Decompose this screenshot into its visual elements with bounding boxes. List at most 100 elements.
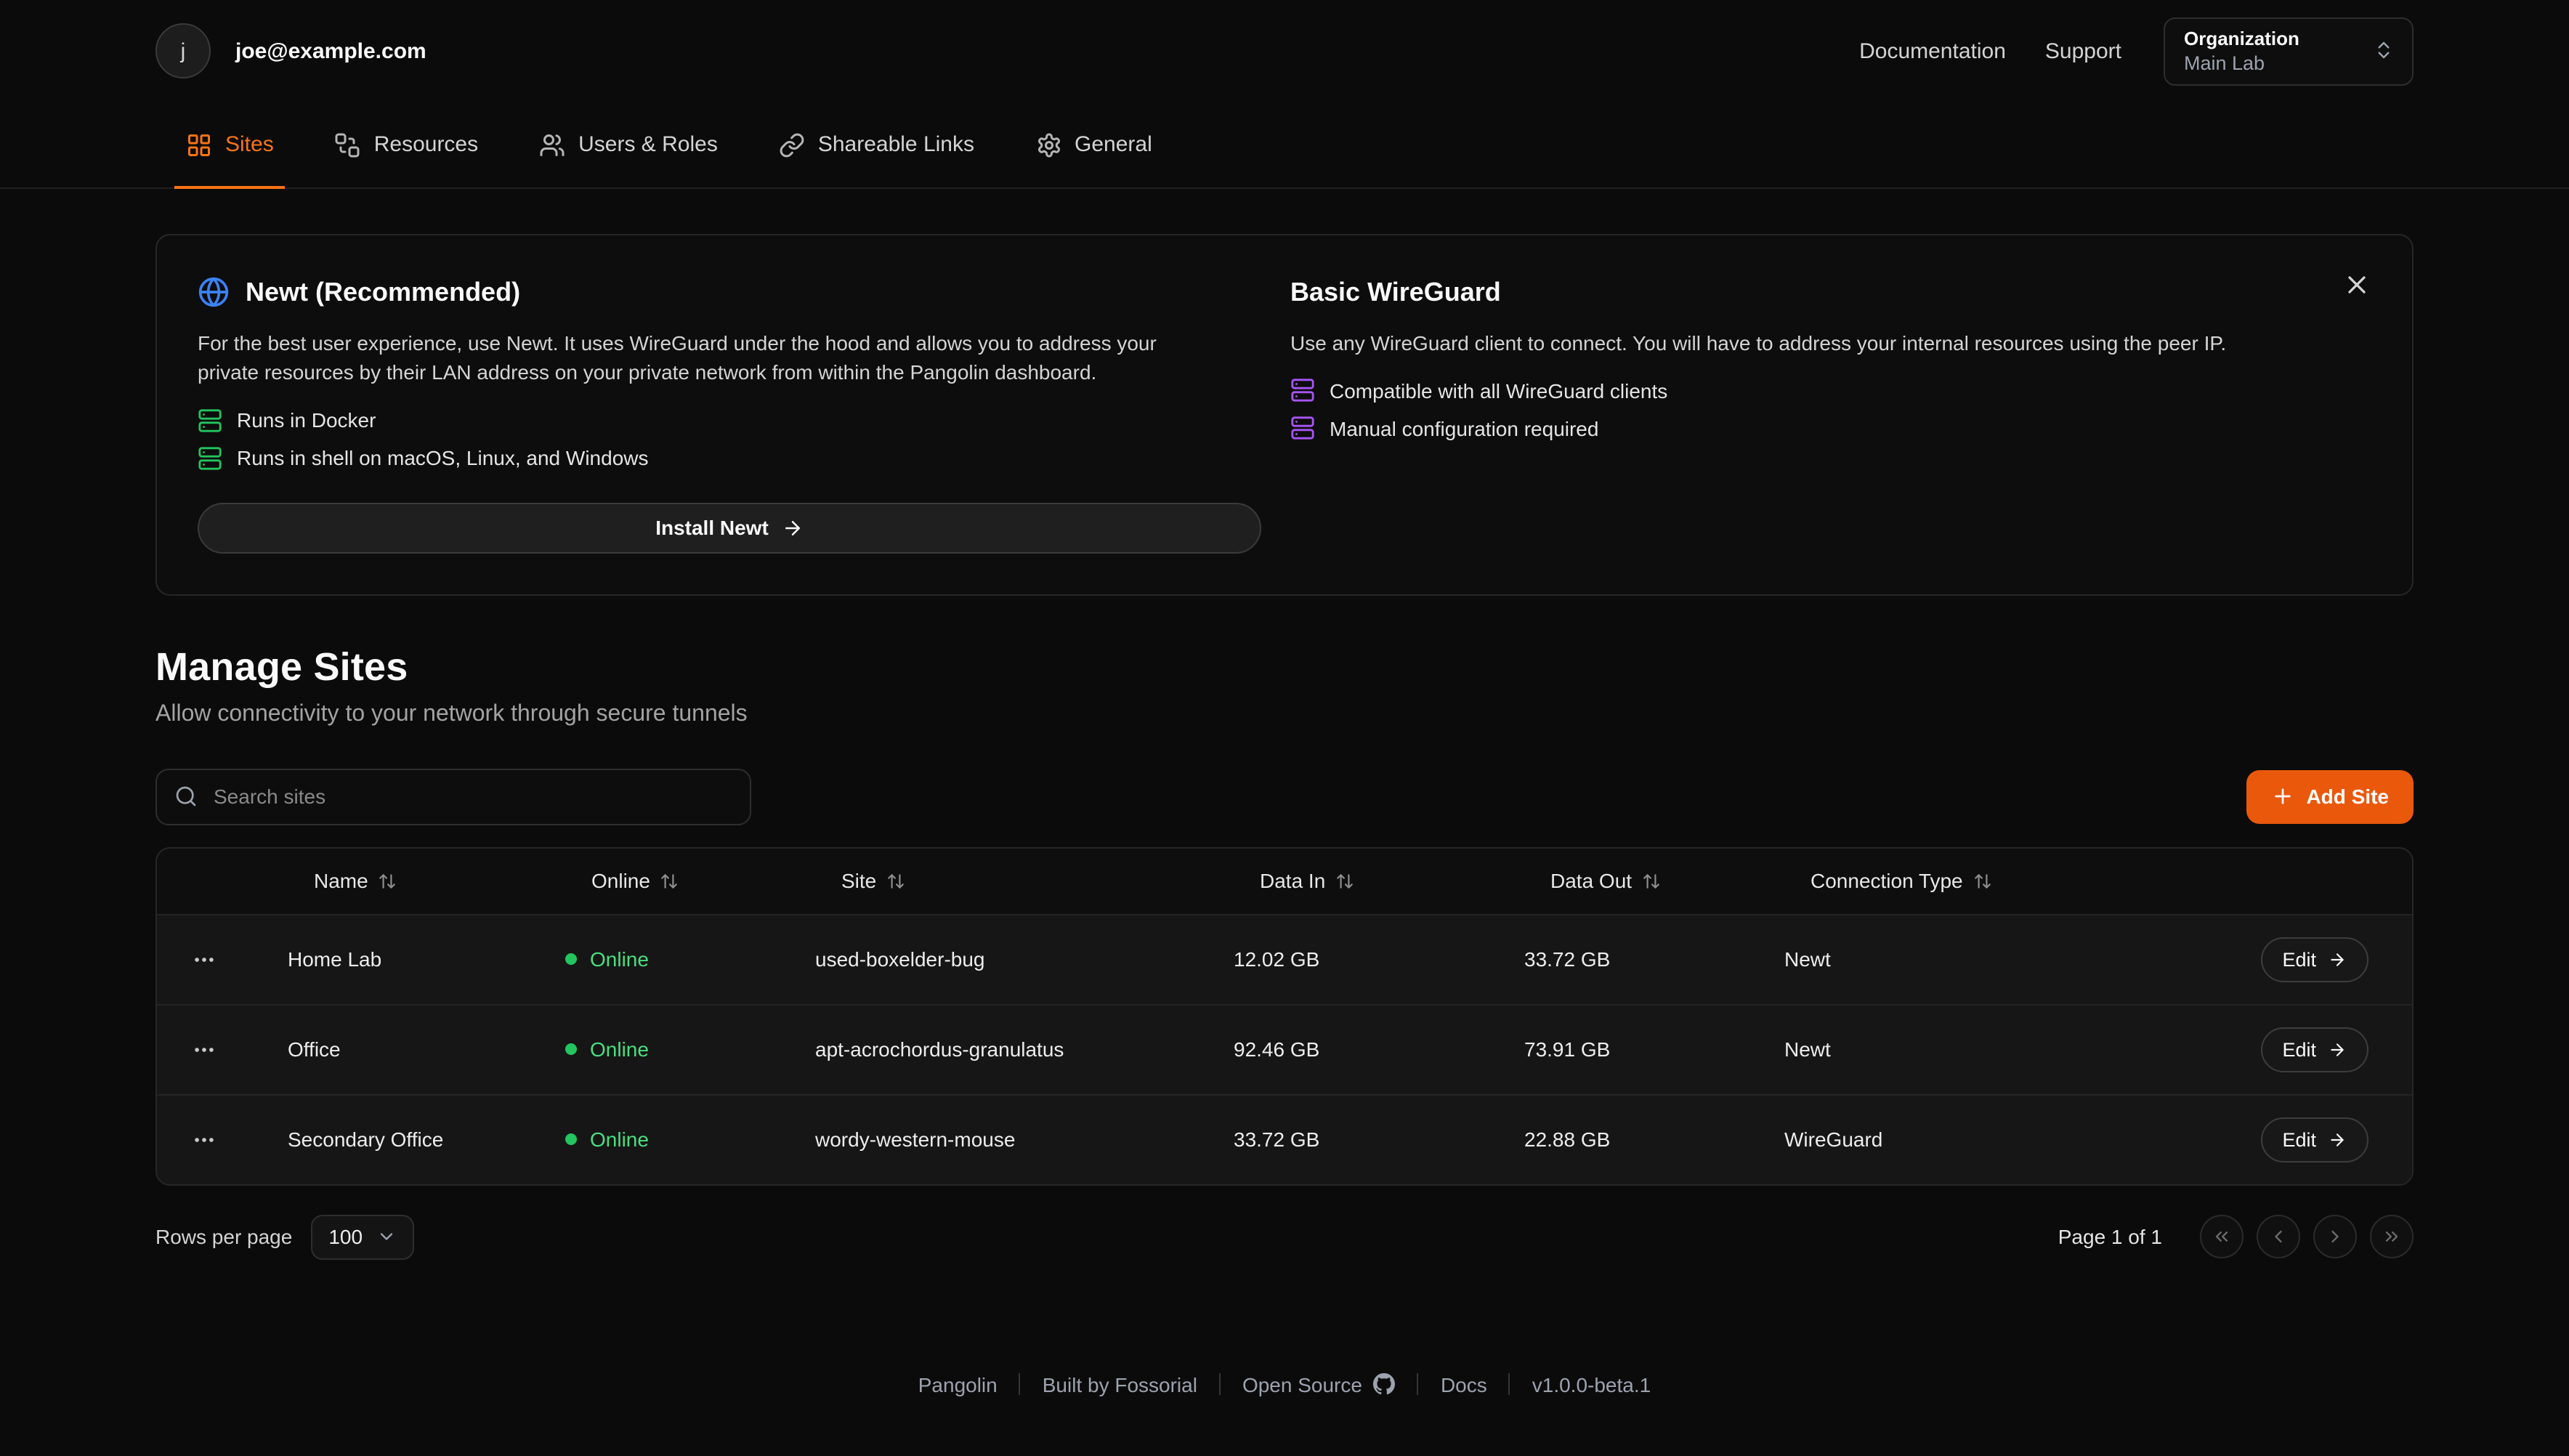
tab-resources-label: Resources (374, 132, 478, 157)
column-header-site[interactable]: Site (777, 869, 1196, 892)
add-site-button[interactable]: Add Site (2246, 769, 2414, 823)
edit-button[interactable]: Edit (2260, 1027, 2368, 1072)
site-name: Secondary Office (250, 1128, 527, 1151)
pagination-bar: Rows per page 100 Page 1 of 1 (155, 1214, 2414, 1259)
data-in: 92.46 GB (1196, 1038, 1486, 1061)
newt-feature: Runs in Docker (198, 408, 1261, 432)
data-in: 12.02 GB (1196, 947, 1486, 971)
status-badge: Online (527, 1038, 777, 1061)
connection-type: Newt (1747, 1038, 2200, 1061)
globe-icon (198, 276, 230, 308)
sort-icon (660, 871, 679, 890)
org-selector-value: Main Lab (2184, 52, 2352, 73)
row-menu-icon[interactable] (182, 1028, 224, 1070)
connection-methods-card: Newt (Recommended) For the best user exp… (155, 234, 2414, 595)
connection-type: WireGuard (1747, 1128, 2200, 1151)
chevrons-up-down-icon (2373, 39, 2395, 61)
wireguard-feature: Compatible with all WireGuard clients (1290, 379, 2284, 403)
edit-button[interactable]: Edit (2260, 937, 2368, 982)
wireguard-section: Basic WireGuard Use any WireGuard client… (1290, 273, 2371, 553)
org-selector-label: Organization (2184, 27, 2352, 49)
wireguard-feature-label: Compatible with all WireGuard clients (1330, 379, 1667, 403)
table-row: Office Online apt-acrochordus-granulatus… (157, 1005, 2412, 1095)
next-page-button[interactable] (2313, 1215, 2357, 1258)
search-input[interactable] (211, 783, 732, 809)
sort-icon (1642, 871, 1661, 890)
page-info: Page 1 of 1 (2058, 1225, 2162, 1248)
edit-button[interactable]: Edit (2260, 1117, 2368, 1162)
footer-divider (1417, 1373, 1419, 1395)
column-header-connection-type[interactable]: Connection Type (1747, 869, 2200, 892)
site-slug: wordy-western-mouse (777, 1128, 1196, 1151)
wireguard-feature: Manual configuration required (1290, 416, 2284, 441)
sites-table: Name Online Site Data In Data Out Connec… (155, 846, 2414, 1185)
plus-icon (2271, 785, 2294, 808)
footer: Pangolin Built by Fossorial Open Source … (0, 1372, 2569, 1396)
footer-divider (1219, 1373, 1221, 1395)
column-header-name[interactable]: Name (250, 869, 527, 892)
tab-shareable-links[interactable]: Shareable Links (764, 102, 989, 187)
tab-users-roles[interactable]: Users & Roles (525, 102, 732, 187)
column-header-data-in[interactable]: Data In (1196, 869, 1486, 892)
table-header-row: Name Online Site Data In Data Out Connec… (157, 848, 2412, 915)
close-icon[interactable] (2337, 264, 2377, 305)
tab-general-label: General (1075, 132, 1152, 157)
chevron-right-icon (2325, 1226, 2345, 1247)
footer-open-source[interactable]: Open Source (1242, 1372, 1396, 1396)
arrow-right-icon (2328, 950, 2347, 968)
add-site-label: Add Site (2306, 785, 2389, 808)
chevrons-left-icon (2212, 1226, 2232, 1247)
newt-description: For the best user experience, use Newt. … (198, 328, 1215, 387)
online-dot (565, 1043, 577, 1055)
footer-docs[interactable]: Docs (1441, 1372, 1487, 1396)
gear-icon (1035, 132, 1061, 158)
install-newt-button[interactable]: Install Newt (198, 502, 1261, 553)
footer-divider (1019, 1373, 1021, 1395)
avatar[interactable]: j (155, 23, 211, 78)
arrow-right-icon (782, 517, 804, 538)
status-badge: Online (527, 1128, 777, 1151)
prev-page-button[interactable] (2257, 1215, 2300, 1258)
grid-icon (186, 132, 212, 158)
nav-documentation[interactable]: Documentation (1859, 39, 2006, 63)
wireguard-description: Use any WireGuard client to connect. You… (1290, 328, 2284, 358)
arrow-right-icon (2328, 1040, 2347, 1059)
data-out: 22.88 GB (1486, 1128, 1747, 1151)
footer-version: v1.0.0-beta.1 (1532, 1372, 1651, 1396)
rows-per-page-select[interactable]: 100 (311, 1214, 413, 1259)
link-icon (779, 132, 805, 158)
newt-section: Newt (Recommended) For the best user exp… (198, 273, 1261, 553)
newt-feature-label: Runs in shell on macOS, Linux, and Windo… (237, 446, 649, 469)
row-menu-icon[interactable] (182, 938, 224, 980)
nav-support[interactable]: Support (2045, 39, 2121, 63)
site-name: Office (250, 1038, 527, 1061)
first-page-button[interactable] (2200, 1215, 2244, 1258)
last-page-button[interactable] (2370, 1215, 2414, 1258)
tab-resources[interactable]: Resources (320, 102, 493, 187)
newt-feature: Runs in shell on macOS, Linux, and Windo… (198, 445, 1261, 470)
site-slug: used-boxelder-bug (777, 947, 1196, 971)
connection-type: Newt (1747, 947, 2200, 971)
arrow-right-icon (2328, 1130, 2347, 1149)
footer-pangolin[interactable]: Pangolin (918, 1372, 998, 1396)
data-out: 73.91 GB (1486, 1038, 1747, 1061)
org-selector[interactable]: Organization Main Lab (2164, 17, 2414, 85)
tab-sites[interactable]: Sites (171, 102, 288, 187)
tab-general[interactable]: General (1021, 102, 1167, 187)
site-name: Home Lab (250, 947, 527, 971)
tab-shareable-links-label: Shareable Links (818, 132, 974, 157)
online-dot (565, 953, 577, 965)
server-icon (198, 445, 222, 470)
data-out: 33.72 GB (1486, 947, 1747, 971)
column-header-data-out[interactable]: Data Out (1486, 869, 1747, 892)
server-icon (198, 408, 222, 432)
chevron-left-icon (2268, 1226, 2289, 1247)
row-menu-icon[interactable] (182, 1118, 224, 1160)
footer-built-by[interactable]: Built by Fossorial (1043, 1372, 1197, 1396)
column-header-online[interactable]: Online (527, 869, 777, 892)
page-buttons (2200, 1215, 2414, 1258)
user-email: joe@example.com (235, 39, 426, 63)
users-icon (539, 132, 565, 158)
footer-divider (1509, 1373, 1510, 1395)
rows-per-page-label: Rows per page (155, 1225, 292, 1248)
